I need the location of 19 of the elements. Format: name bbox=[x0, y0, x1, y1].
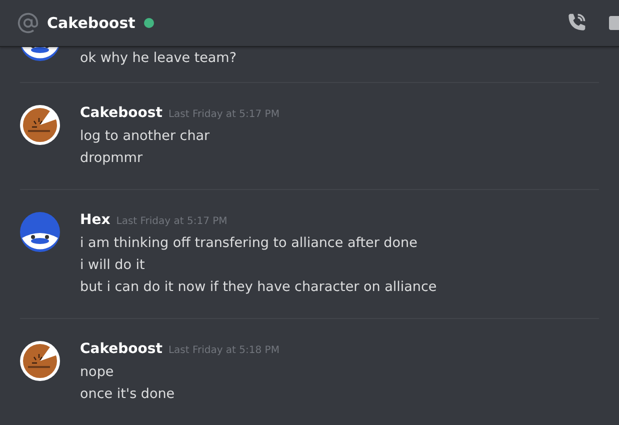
cake-avatar-icon[interactable] bbox=[20, 341, 60, 381]
user-avatar-icon[interactable] bbox=[20, 212, 60, 252]
at-sign-icon bbox=[17, 12, 39, 34]
message-timestamp: Last Friday at 5:17 PM bbox=[116, 215, 228, 229]
message-text: once it's done bbox=[80, 385, 176, 404]
message-timestamp: Last Friday at 5:17 PM bbox=[168, 108, 280, 122]
message-text: dropmmr bbox=[80, 149, 144, 168]
message-text: nope bbox=[80, 363, 115, 382]
message-timestamp: Last Friday at 5:18 PM bbox=[168, 344, 280, 358]
author-name[interactable]: Cakeboost bbox=[80, 339, 162, 360]
author-name[interactable]: Cakeboost bbox=[80, 103, 162, 124]
message-text: i am thinking off transfering to alliance after done bbox=[80, 234, 418, 253]
message-text: i will do it bbox=[80, 256, 146, 275]
channel-title: Cakeboost bbox=[47, 12, 136, 34]
cake-avatar-icon[interactable] bbox=[20, 105, 60, 145]
message-text: but i can do it now if they have character on alliance bbox=[80, 278, 437, 297]
message-text: log to another char bbox=[80, 127, 211, 146]
author-name[interactable]: Hex bbox=[80, 210, 110, 231]
message-text: ok why he leave team? bbox=[80, 49, 237, 68]
